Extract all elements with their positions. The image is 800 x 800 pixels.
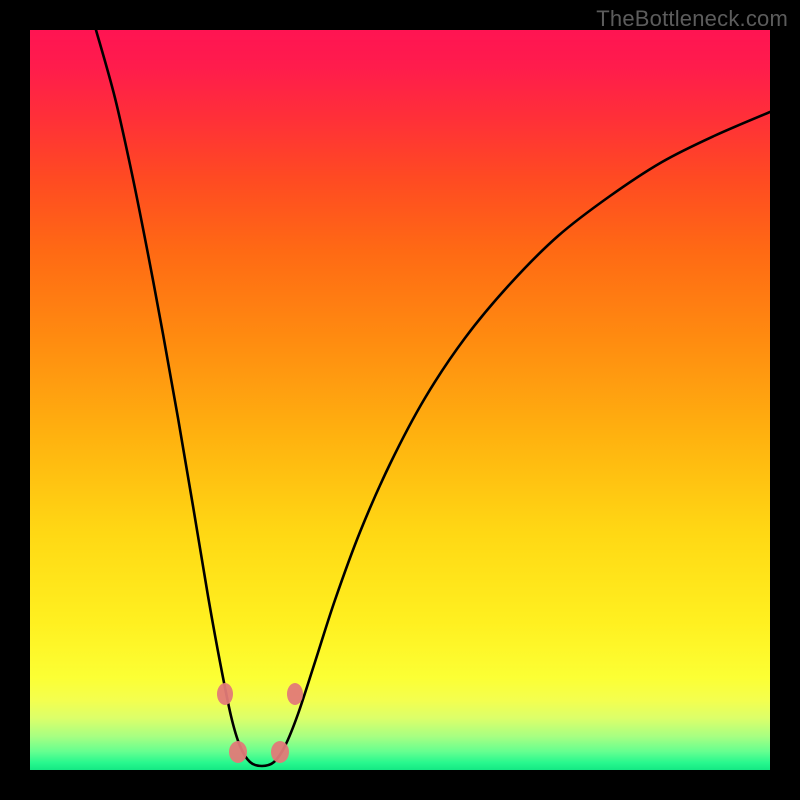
plot-svg — [30, 30, 770, 770]
bead-markers — [217, 683, 303, 763]
watermark-text: TheBottleneck.com — [596, 6, 788, 32]
bead-marker — [287, 683, 303, 705]
bead-marker — [217, 683, 233, 705]
bead-marker — [229, 741, 247, 763]
plot-frame — [30, 30, 770, 770]
bead-marker — [271, 741, 289, 763]
bottleneck-curve — [96, 30, 770, 766]
